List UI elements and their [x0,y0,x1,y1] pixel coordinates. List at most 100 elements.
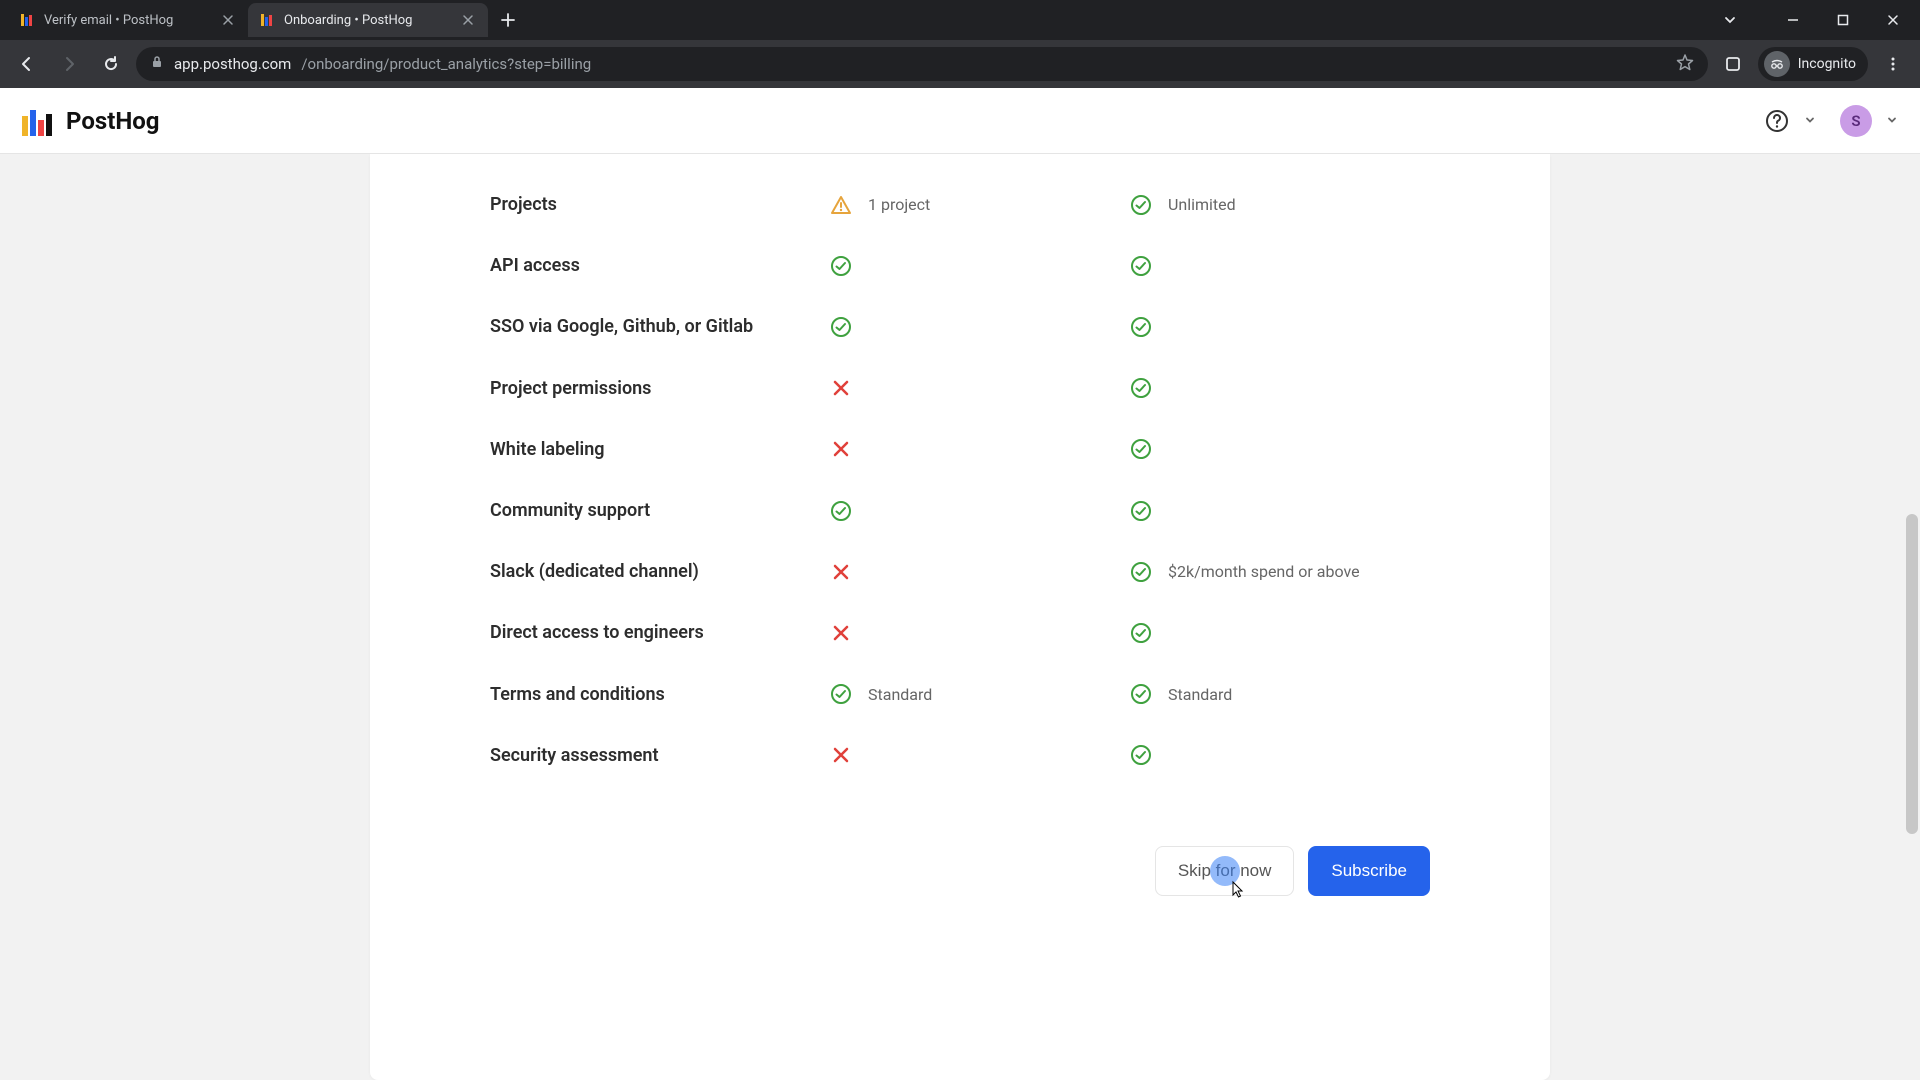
maximize-button[interactable] [1820,4,1866,36]
feature-cell [830,316,1130,338]
feature-name: White labeling [490,437,830,462]
avatar[interactable]: S [1840,105,1872,137]
close-icon[interactable] [460,12,476,28]
feature-row: Direct access to engineers [490,602,1430,663]
scrollbar-thumb[interactable] [1906,514,1918,834]
help-button[interactable] [1760,104,1794,138]
cross-icon [830,622,852,644]
tab-title: Onboarding • PostHog [284,13,452,28]
bookmark-icon[interactable] [1676,53,1694,75]
feature-name: SSO via Google, Github, or Gitlab [490,314,830,339]
feature-name: Security assessment [490,743,830,768]
browser-tab[interactable]: Verify email • PostHog [8,3,248,37]
feature-name: Direct access to engineers [490,620,830,645]
check-icon [830,683,852,705]
feature-cell [830,561,1130,583]
chevron-down-icon[interactable] [1886,111,1898,130]
feature-cell [1130,622,1430,644]
feature-cell [1130,316,1430,338]
favicon-icon [20,12,36,28]
feature-cell [830,500,1130,522]
feature-name: API access [490,253,830,278]
window-controls [1714,4,1920,36]
check-icon [1130,316,1152,338]
feature-cell [1130,500,1430,522]
feature-cell [830,622,1130,644]
app-header: PostHog S [0,88,1920,154]
feature-name: Projects [490,192,830,217]
feature-cell-note: Unlimited [1168,195,1236,214]
feature-row: SSO via Google, Github, or Gitlab [490,296,1430,357]
check-icon [1130,683,1152,705]
feature-row: Projects 1 project Unlimited [490,174,1430,235]
cross-icon [830,561,852,583]
pricing-card: Projects 1 project Unlimited API access SSO … [370,154,1550,1080]
tab-title: Verify email • PostHog [44,13,212,28]
feature-cell-note: Standard [868,685,932,704]
page-body: Projects 1 project Unlimited API access SSO … [0,154,1920,1080]
check-icon [830,316,852,338]
check-icon [1130,438,1152,460]
close-window-button[interactable] [1870,4,1916,36]
address-bar[interactable]: app.posthog.com/onboarding/product_analy… [136,47,1708,81]
check-icon [1130,377,1152,399]
check-icon [1130,500,1152,522]
minimize-button[interactable] [1770,4,1816,36]
browser-chrome: Verify email • PostHog Onboarding • Post… [0,0,1920,88]
url-host: app.posthog.com [174,55,291,73]
new-tab-button[interactable] [494,6,522,34]
extensions-button[interactable] [1716,47,1750,81]
close-icon[interactable] [220,12,236,28]
check-icon [830,500,852,522]
chevron-down-icon[interactable] [1804,111,1816,130]
check-icon [1130,622,1152,644]
url-path: /onboarding/product_analytics?step=billi… [301,55,591,73]
incognito-indicator[interactable]: Incognito [1758,47,1868,81]
skip-label: Skip for now [1178,861,1272,880]
cross-icon [830,744,852,766]
feature-cell [1130,377,1430,399]
reload-button[interactable] [94,47,128,81]
favicon-icon [260,12,276,28]
feature-cell [830,744,1130,766]
feature-name: Terms and conditions [490,682,830,707]
warn-icon [830,194,852,216]
feature-cell [1130,255,1430,277]
scrollbar[interactable] [1904,154,1920,1080]
check-icon [1130,561,1152,583]
feature-cell: 1 project [830,194,1130,216]
logo[interactable]: PostHog [22,106,160,136]
feature-cell: Standard [1130,683,1430,705]
feature-name: Project permissions [490,376,830,401]
logo-text: PostHog [66,107,160,135]
check-icon [1130,194,1152,216]
logo-icon [22,106,56,136]
skip-button[interactable]: Skip for now [1155,846,1295,896]
incognito-label: Incognito [1798,56,1856,72]
feature-cell [830,377,1130,399]
feature-row: API access [490,235,1430,296]
tabs-dropdown-button[interactable] [1714,4,1746,36]
feature-name: Slack (dedicated channel) [490,559,830,584]
browser-menu-button[interactable] [1876,47,1910,81]
feature-cell-note: 1 project [868,195,930,214]
check-icon [830,255,852,277]
feature-cell: Standard [830,683,1130,705]
feature-row: Slack (dedicated channel)$2k/month spend… [490,541,1430,602]
feature-cell-note: Standard [1168,685,1232,704]
subscribe-label: Subscribe [1331,861,1407,880]
back-button[interactable] [10,47,44,81]
cross-icon [830,438,852,460]
subscribe-button[interactable]: Subscribe [1308,846,1430,896]
check-icon [1130,744,1152,766]
browser-toolbar: app.posthog.com/onboarding/product_analy… [0,40,1920,88]
check-icon [1130,255,1152,277]
tab-strip: Verify email • PostHog Onboarding • Post… [0,0,1920,40]
incognito-icon [1764,51,1790,77]
action-bar: Skip for now Subscribe [490,846,1430,896]
feature-row: Security assessment [490,725,1430,786]
feature-cell [830,255,1130,277]
forward-button[interactable] [52,47,86,81]
browser-tab-active[interactable]: Onboarding • PostHog [248,3,488,37]
cursor-icon [1227,880,1247,907]
